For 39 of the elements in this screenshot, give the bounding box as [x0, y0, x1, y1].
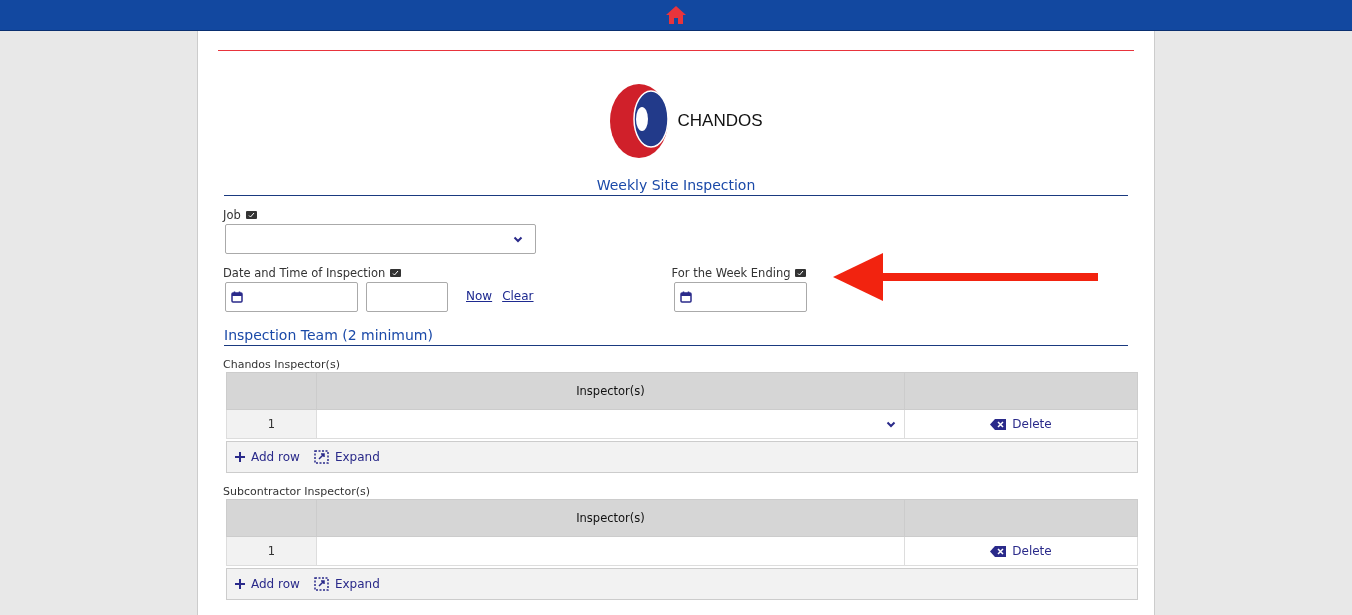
column-header: Inspector(s) — [316, 372, 905, 410]
inspector-field[interactable] — [316, 536, 905, 566]
form-title: Weekly Site Inspection — [224, 177, 1128, 196]
field-label: Job — [223, 208, 241, 222]
expand-button[interactable]: Expand — [313, 577, 380, 591]
add-row-button[interactable]: Add row — [235, 577, 300, 591]
grid-label: Subcontractor Inspector(s) — [223, 485, 371, 499]
link[interactable]: Clear — [502, 289, 534, 303]
checkmark-tag-icon — [795, 269, 807, 277]
link[interactable]: Now — [466, 289, 493, 303]
date-field[interactable] — [673, 282, 807, 312]
plus-icon — [235, 452, 245, 462]
brand-name: CHANDOS — [677, 111, 763, 131]
delete-button[interactable]: Delete — [984, 543, 1058, 559]
logo-mark-icon — [609, 83, 670, 159]
expand-icon — [313, 450, 329, 464]
row-number: 1 — [226, 536, 317, 566]
checkmark-tag-icon — [245, 211, 257, 219]
field-label: For the Week Ending — [671, 266, 791, 280]
backspace-icon — [990, 545, 1007, 557]
section-heading: Inspection Team (2 minimum) — [224, 327, 1128, 346]
add-row-button[interactable]: Add row — [235, 450, 300, 464]
plus-icon — [235, 579, 245, 589]
date-field[interactable] — [225, 282, 358, 312]
expand-button[interactable]: Expand — [313, 450, 380, 464]
chevron-down-icon[interactable] — [513, 235, 523, 243]
time-field[interactable] — [366, 282, 448, 312]
home-icon[interactable] — [666, 6, 686, 24]
expand-icon — [313, 577, 329, 591]
checkmark-tag-icon — [390, 269, 402, 277]
calendar-icon[interactable] — [679, 291, 692, 303]
backspace-icon — [990, 418, 1007, 430]
calendar-icon[interactable] — [231, 291, 243, 303]
delete-button[interactable]: Delete — [984, 416, 1058, 432]
chevron-down-icon[interactable] — [886, 421, 896, 428]
row-number: 1 — [226, 409, 317, 439]
field-label: Date and Time of Inspection — [223, 266, 386, 280]
grid-label: Chandos Inspector(s) — [223, 358, 341, 372]
column-header: Inspector(s) — [316, 499, 905, 537]
